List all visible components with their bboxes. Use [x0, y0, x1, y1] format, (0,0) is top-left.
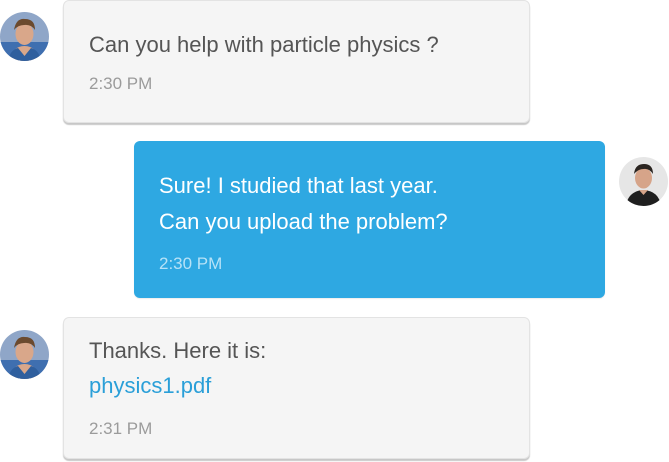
message-bubble-3: Thanks. Here it is: physics1.pdf 2:31 PM: [63, 317, 530, 459]
attachment-link[interactable]: physics1.pdf: [89, 368, 211, 404]
message-text: Can you help with particle physics ?: [89, 32, 439, 57]
avatar-sender-3[interactable]: [0, 330, 49, 379]
message-timestamp: 2:30 PM: [159, 254, 223, 273]
message-bubble-2: Sure! I studied that last year. Can you …: [134, 141, 605, 298]
message-bubble-1: Can you help with particle physics ? 2:3…: [63, 0, 530, 123]
message-timestamp: 2:31 PM: [89, 419, 153, 438]
message-text-line-2: Can you upload the problem?: [159, 209, 448, 234]
message-text-line-1: Sure! I studied that last year.: [159, 173, 438, 198]
avatar-self[interactable]: [619, 157, 668, 206]
user-avatar-icon: [619, 157, 668, 206]
message-text: Thanks. Here it is:: [89, 338, 267, 363]
avatar-sender-1[interactable]: [0, 12, 49, 61]
user-avatar-icon: [0, 330, 49, 379]
user-avatar-icon: [0, 12, 49, 61]
message-timestamp: 2:30 PM: [89, 74, 153, 93]
